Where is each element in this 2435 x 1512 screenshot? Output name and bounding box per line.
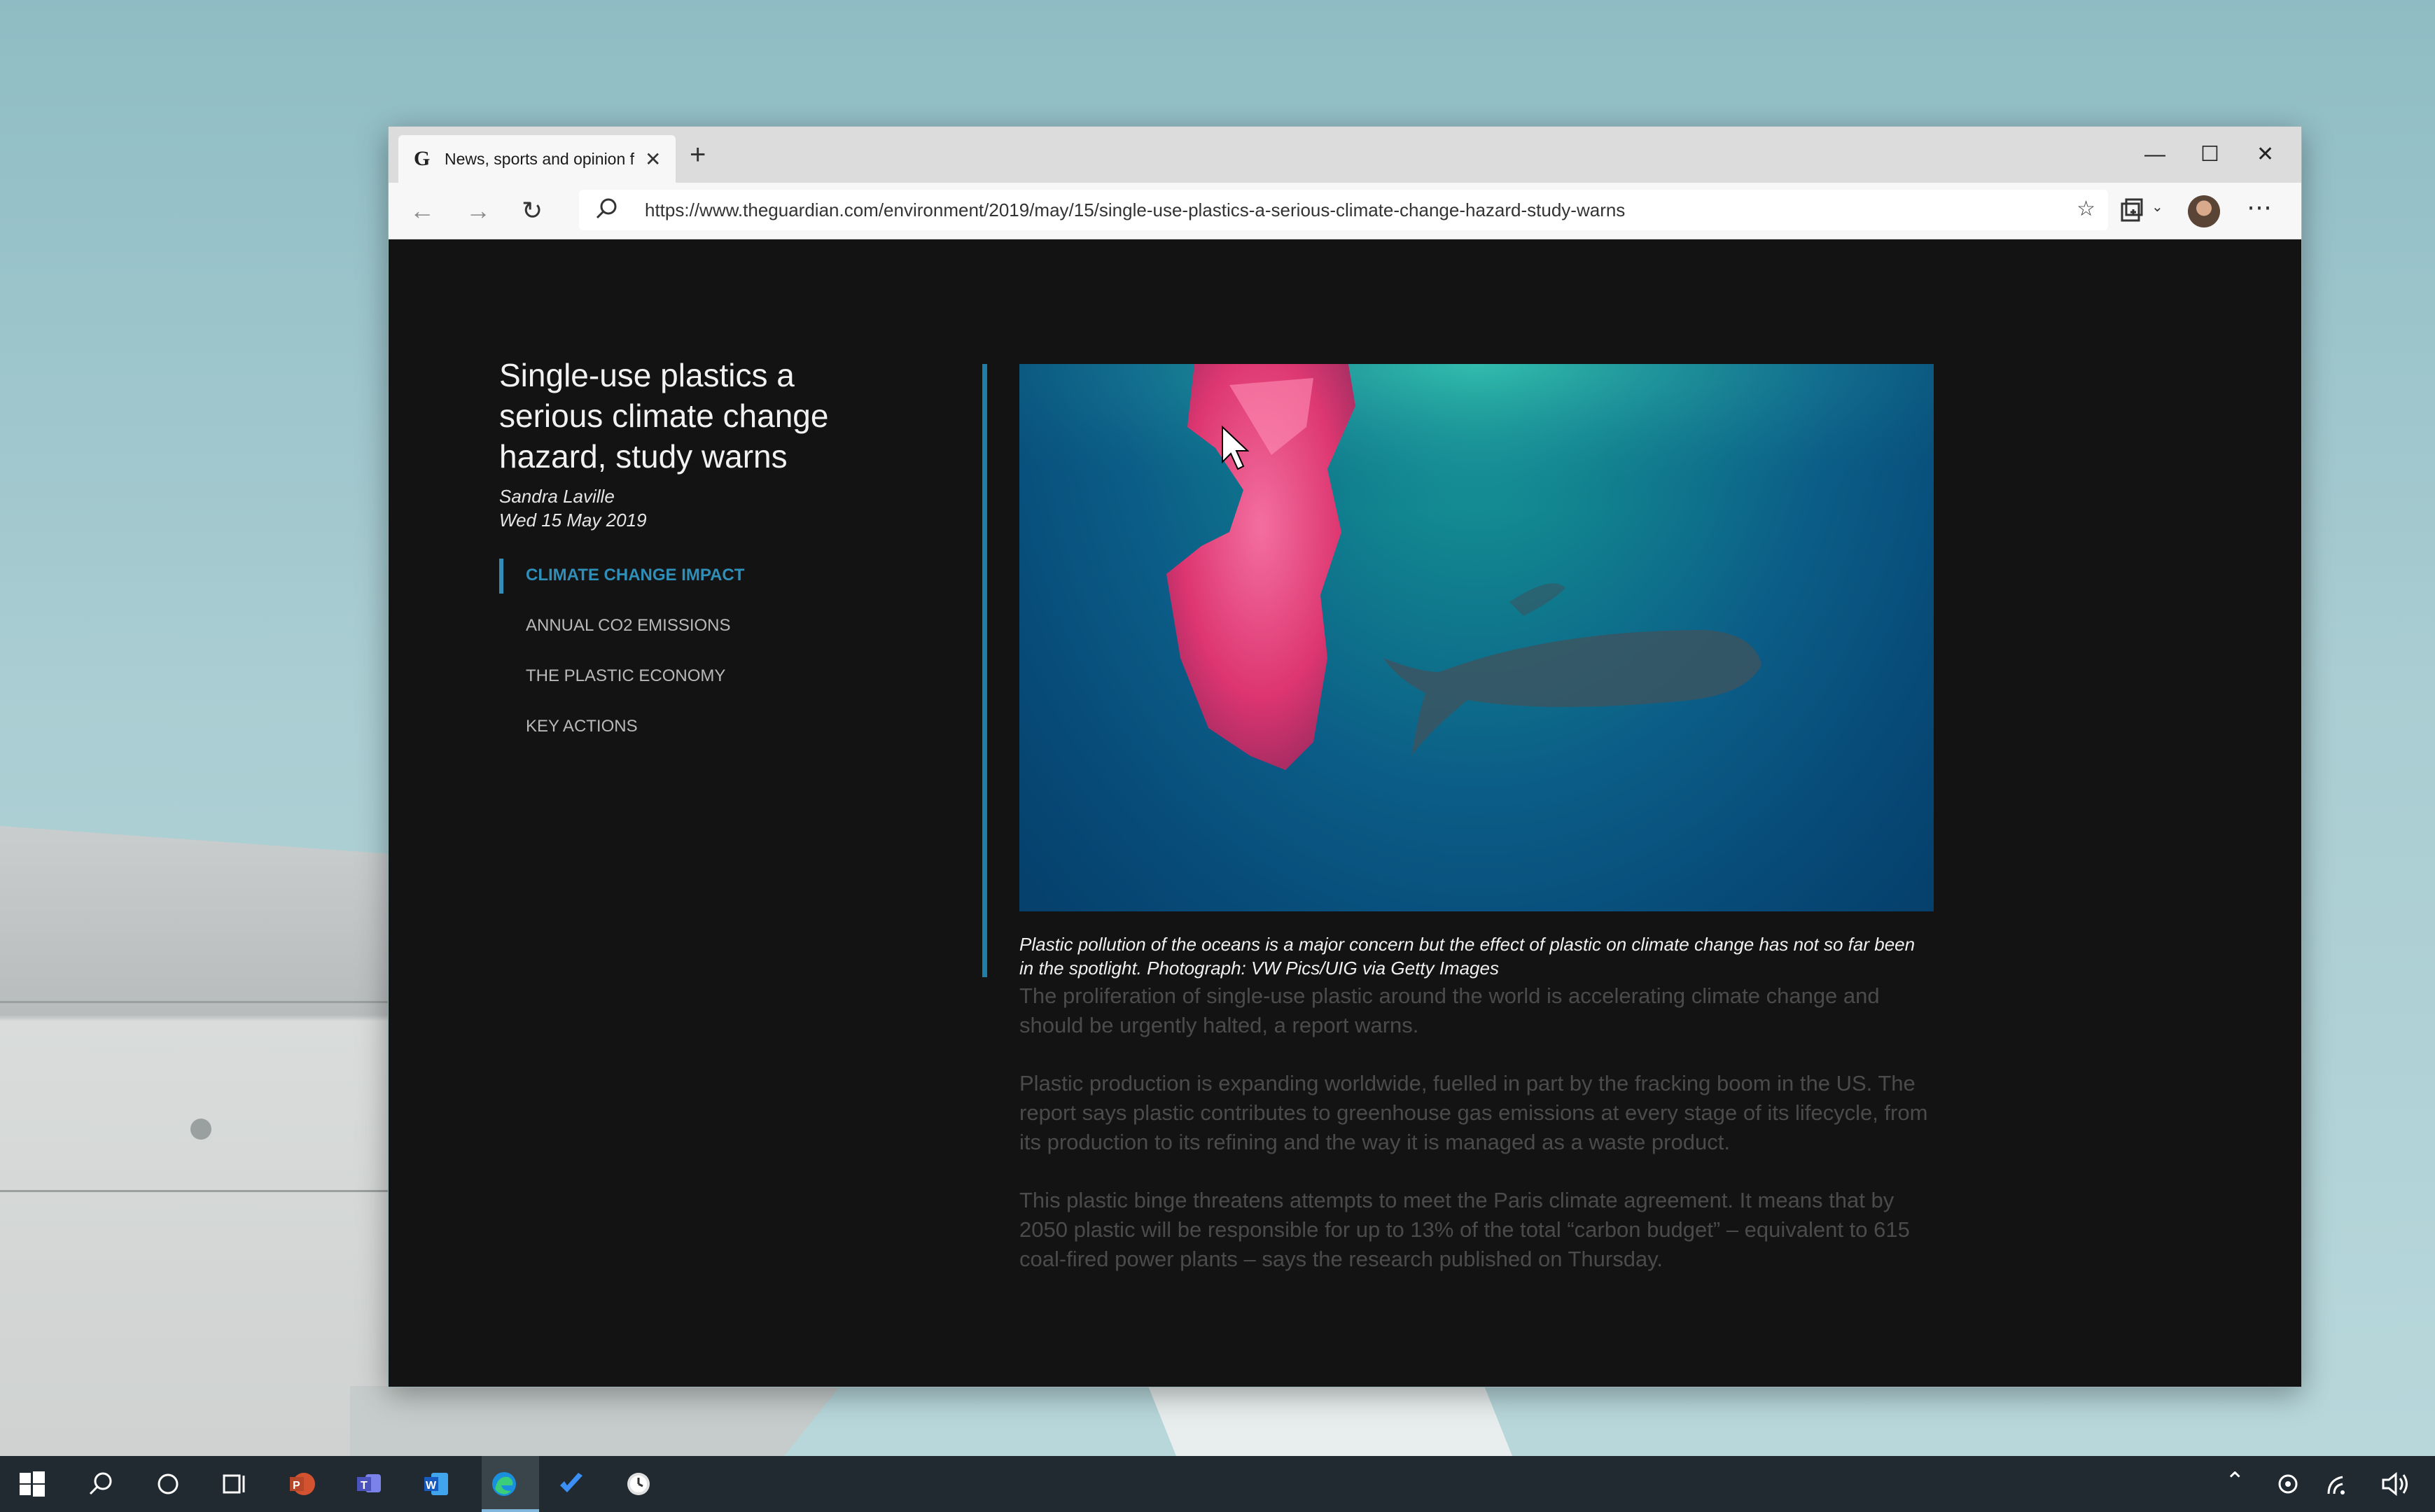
- tab-bar: G News, sports and opinion f ✕ + — ☐ ✕: [389, 127, 2301, 183]
- url-text: https://www.theguardian.com/environment/…: [645, 200, 1626, 220]
- wallpaper-line: [0, 1001, 388, 1003]
- toc-item-key-actions[interactable]: KEY ACTIONS: [499, 714, 744, 764]
- toc-item-climate-change-impact[interactable]: CLIMATE CHANGE IMPACT: [499, 559, 745, 613]
- back-arrow-icon[interactable]: ←: [410, 194, 435, 227]
- network-icon[interactable]: [2324, 1470, 2352, 1498]
- search-icon[interactable]: [87, 1470, 115, 1498]
- toc-active-indicator: [499, 559, 503, 594]
- photo-accent-rule: [982, 364, 987, 977]
- toc-item-label: KEY ACTIONS: [526, 717, 638, 736]
- favorites-star-icon[interactable]: ☆: [2077, 197, 2095, 221]
- edge-icon[interactable]: [490, 1470, 518, 1498]
- article-title: Single-use plastics a serious climate ch…: [499, 357, 829, 475]
- article-date: Wed 15 May 2019: [499, 510, 647, 531]
- windows-start-icon[interactable]: [18, 1470, 46, 1498]
- plus-icon[interactable]: +: [690, 139, 706, 170]
- close-window-icon[interactable]: ✕: [2256, 139, 2274, 170]
- powerpoint-icon[interactable]: P: [288, 1470, 316, 1498]
- article-byline: Sandra Laville Wed 15 May 2019: [499, 484, 647, 532]
- tab-active[interactable]: G News, sports and opinion f ✕: [398, 135, 676, 183]
- toc-item-label: ANNUAL CO2 EMISSIONS: [526, 616, 731, 635]
- wallpaper-building: [0, 826, 392, 1456]
- article-photo: [1019, 364, 1934, 911]
- maximize-icon[interactable]: ☐: [2200, 139, 2219, 170]
- svg-text:T: T: [361, 1480, 368, 1492]
- toc-item-annual-co2-emissions[interactable]: ANNUAL CO2 EMISSIONS: [499, 613, 744, 664]
- browser-window: G News, sports and opinion f ✕ + — ☐ ✕ ←…: [388, 126, 2302, 1387]
- chevron-down-icon[interactable]: ⌄: [2151, 198, 2163, 216]
- settings-sync-icon[interactable]: [2274, 1470, 2302, 1498]
- chevron-up-icon[interactable]: ⌃: [2225, 1467, 2245, 1495]
- refresh-icon[interactable]: ↻: [522, 194, 543, 227]
- word-icon[interactable]: W: [423, 1470, 451, 1498]
- minimize-icon[interactable]: —: [2144, 139, 2165, 170]
- article-paragraph: The proliferation of single-use plastic …: [1019, 983, 1880, 1037]
- table-of-contents: CLIMATE CHANGE IMPACT ANNUAL CO2 EMISSIO…: [499, 559, 745, 764]
- taskbar-active-underline: [482, 1509, 539, 1512]
- wallpaper-wing: [1148, 1386, 1512, 1456]
- toc-item-label: CLIMATE CHANGE IMPACT: [526, 566, 745, 584]
- volume-icon[interactable]: [2380, 1470, 2411, 1498]
- forward-arrow-icon[interactable]: →: [466, 194, 491, 227]
- toc-item-plastic-economy[interactable]: THE PLASTIC ECONOMY: [499, 664, 744, 714]
- collections-icon[interactable]: [2118, 197, 2146, 225]
- more-icon[interactable]: ⋯: [2247, 192, 2273, 222]
- article-paragraph: This plastic binge threatens attempts to…: [1019, 1188, 1910, 1271]
- navigation-bar: ← → ↻ https://www.theguardian.com/enviro…: [389, 183, 2301, 239]
- close-icon[interactable]: ✕: [645, 148, 661, 171]
- teams-icon[interactable]: T: [356, 1470, 384, 1498]
- article-author[interactable]: Sandra Laville: [499, 484, 647, 508]
- clock-app-icon[interactable]: [625, 1470, 653, 1498]
- search-icon: [596, 198, 617, 219]
- avatar[interactable]: [2188, 195, 2220, 227]
- article-paragraph: Plastic production is expanding worldwid…: [1019, 1071, 1928, 1154]
- page-content: Single-use plastics a serious climate ch…: [389, 239, 2301, 1387]
- whale-shark-shape: [1383, 630, 1761, 756]
- svg-text:P: P: [293, 1480, 300, 1492]
- cortana-icon[interactable]: [154, 1470, 182, 1498]
- wallpaper-line: [0, 1190, 388, 1192]
- tab-favicon: G: [414, 147, 431, 170]
- underwater-scene: [1019, 364, 1934, 770]
- tab-title: News, sports and opinion f: [445, 149, 635, 168]
- address-bar[interactable]: https://www.theguardian.com/environment/…: [579, 190, 2108, 230]
- photo-caption: Plastic pollution of the oceans is a maj…: [1019, 934, 1916, 979]
- task-view-icon[interactable]: [221, 1470, 249, 1498]
- todo-icon[interactable]: [557, 1470, 585, 1498]
- wallpaper-roof: [350, 1386, 840, 1456]
- wallpaper-light: [190, 1119, 211, 1140]
- svg-text:W: W: [426, 1480, 437, 1492]
- toc-item-label: THE PLASTIC ECONOMY: [526, 666, 726, 685]
